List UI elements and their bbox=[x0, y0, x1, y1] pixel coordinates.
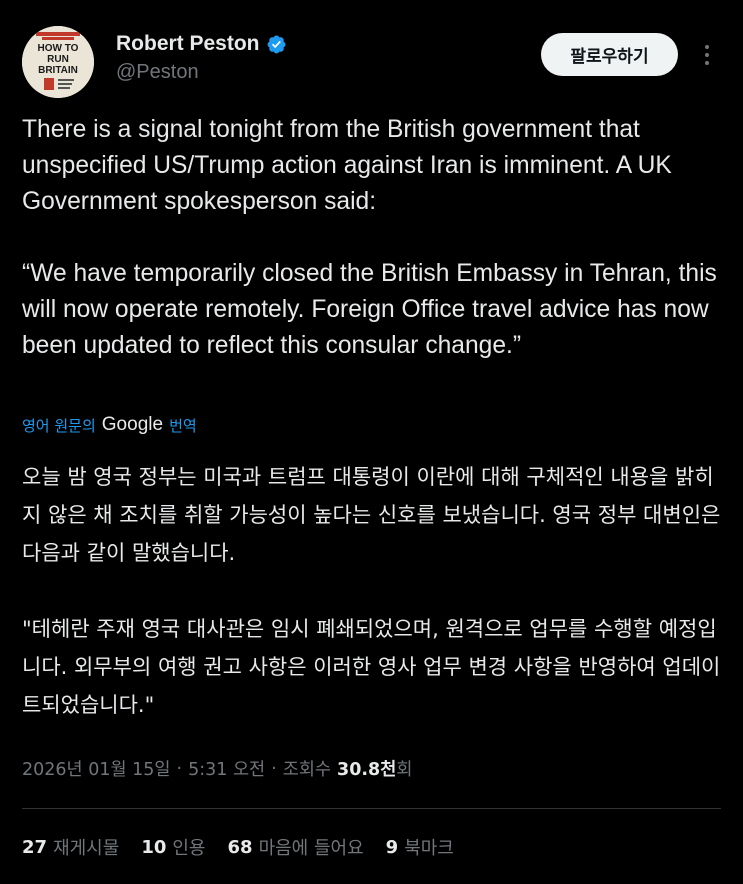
google-brand: Google bbox=[101, 414, 164, 435]
views-count: 30.8천 bbox=[337, 760, 397, 780]
author-handle[interactable]: @Peston bbox=[116, 61, 199, 84]
stat-bookmarks[interactable]: 9 북마크 bbox=[386, 834, 454, 860]
avatar-title-line-1: HOW TO bbox=[38, 43, 79, 54]
bookmarks-label: 북마크 bbox=[404, 838, 454, 859]
reposts-count: 27 bbox=[22, 836, 48, 858]
stat-reposts[interactable]: 27 재게시물 bbox=[22, 834, 119, 860]
tweet-time[interactable]: 5:31 오전 bbox=[188, 756, 265, 781]
tweet-text: There is a signal tonight from the Briti… bbox=[22, 116, 717, 359]
meta-separator: · bbox=[271, 758, 277, 779]
meta-separator: · bbox=[176, 758, 183, 779]
tweet: HOW TO RUN BRITAIN Robert Peston @Peston… bbox=[0, 0, 743, 884]
author-display-name[interactable]: Robert Peston bbox=[116, 32, 260, 56]
translate-link[interactable]: 영어 원문의 Google 번역 bbox=[22, 414, 197, 436]
views-suffix: 회 bbox=[396, 760, 413, 780]
engagement-stats: 27 재게시물 10 인용 68 마음에 들어요 9 북마크 bbox=[22, 834, 476, 860]
reposts-label: 재게시물 bbox=[53, 838, 120, 859]
quotes-count: 10 bbox=[141, 836, 167, 858]
stat-quotes[interactable]: 10 인용 bbox=[141, 834, 205, 860]
tweet-date[interactable]: 2026년 01월 15일 bbox=[22, 756, 171, 781]
verified-badge-icon bbox=[266, 34, 287, 55]
more-options-icon[interactable] bbox=[694, 38, 720, 72]
translate-suffix: 번역 bbox=[169, 416, 197, 435]
bookmarks-count: 9 bbox=[385, 836, 399, 858]
divider bbox=[22, 808, 721, 809]
author-name-row[interactable]: Robert Peston bbox=[116, 32, 287, 56]
avatar-title-line-2: RUN bbox=[47, 54, 69, 65]
stat-likes[interactable]: 68 마음에 들어요 bbox=[228, 834, 364, 860]
likes-label: 마음에 들어요 bbox=[258, 838, 364, 859]
avatar-title-line-3: BRITAIN bbox=[38, 65, 78, 76]
quotes-label: 인용 bbox=[172, 838, 206, 859]
tweet-meta: 2026년 01월 15일 · 5:31 오전 · 조회수 30.8천 회 bbox=[22, 756, 412, 781]
translated-text: 오늘 밤 영국 정부는 미국과 트럼프 대통령이 이란에 대해 구체적인 내용을… bbox=[22, 465, 721, 717]
likes-count: 68 bbox=[227, 836, 253, 858]
translate-prefix: 영어 원문의 bbox=[22, 416, 96, 435]
follow-button[interactable]: 팔로우하기 bbox=[541, 33, 678, 76]
avatar[interactable]: HOW TO RUN BRITAIN bbox=[22, 26, 94, 98]
book-cover-image: HOW TO RUN BRITAIN bbox=[22, 26, 94, 98]
views-label: 조회수 bbox=[282, 760, 332, 780]
